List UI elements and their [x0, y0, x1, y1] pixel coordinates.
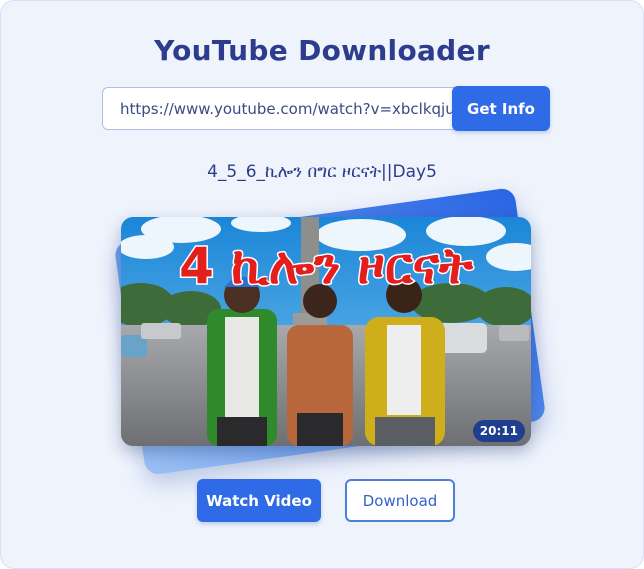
thumbnail-image: 4 ኪሎን ዞርናት [121, 217, 531, 446]
thumbnail-caption: 4 ኪሎን ዞርናት [179, 237, 474, 295]
download-button[interactable]: Download [345, 479, 455, 522]
video-thumbnail[interactable]: 4 ኪሎን ዞርናት 20:11 [121, 217, 531, 446]
downloader-card: YouTube Downloader Get Info 4_5_6_ኪሎን በግ… [0, 0, 644, 569]
duration-badge: 20:11 [472, 420, 525, 442]
get-info-button[interactable]: Get Info [452, 86, 550, 131]
video-title: 4_5_6_ኪሎን በግር ዞርናት||Day5 [207, 162, 437, 182]
app-title: YouTube Downloader [154, 34, 490, 67]
watch-video-button[interactable]: Watch Video [197, 479, 321, 522]
url-input[interactable] [102, 87, 458, 130]
